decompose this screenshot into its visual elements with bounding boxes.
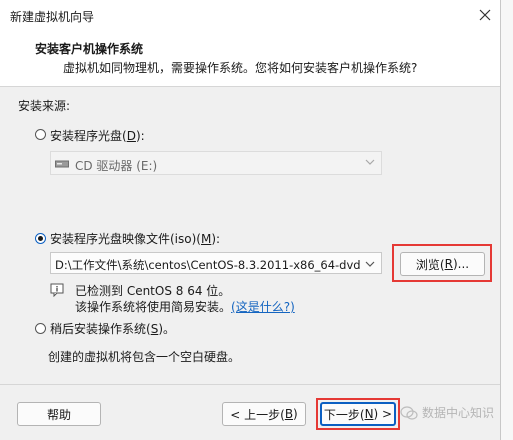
- close-button[interactable]: [470, 0, 500, 30]
- radio-install-later[interactable]: [35, 323, 46, 334]
- watermark-text: 数据中心知识: [422, 406, 495, 420]
- easy-install-text: 该操作系统将使用简易安装。(这是什么?): [75, 300, 295, 314]
- new-vm-wizard-dialog: 新建虚拟机向导 安装客户机操作系统 虚拟机如同物理机，需要操作系统。您将如何安装…: [0, 0, 501, 440]
- info-icon: [50, 283, 64, 297]
- blank-disk-description: 创建的虚拟机将包含一个空白硬盘。: [48, 350, 241, 364]
- radio-iso-image-label[interactable]: 安装程序光盘映像文件(iso)(M):: [50, 230, 220, 247]
- footer-separator: [0, 384, 500, 385]
- radio-install-later-label[interactable]: 稍后安装操作系统(S)。: [50, 320, 175, 337]
- radio-installer-disc[interactable]: [35, 129, 46, 140]
- os-detected-text: 已检测到 CentOS 8 64 位。: [75, 284, 231, 298]
- back-button[interactable]: < 上一步(B): [222, 402, 306, 426]
- next-highlight-box: [316, 398, 400, 430]
- radio-iso-image[interactable]: [35, 233, 46, 244]
- wizard-header: 安装客户机操作系统 虚拟机如同物理机，需要操作系统。您将如何安装客户机操作系统?: [0, 30, 500, 87]
- iso-path-combobox[interactable]: D:\工作文件\系统\centos\CentOS-8.3.2011-x86_64…: [50, 252, 382, 274]
- iso-path-value[interactable]: D:\工作文件\系统\centos\CentOS-8.3.2011-x86_64…: [55, 257, 361, 273]
- wechat-icon: [400, 405, 418, 420]
- install-source-label: 安装来源:: [18, 99, 71, 113]
- help-button[interactable]: 帮助: [17, 402, 101, 426]
- page-subtitle: 虚拟机如同物理机，需要操作系统。您将如何安装客户机操作系统?: [63, 61, 418, 75]
- chevron-down-icon: [365, 159, 375, 165]
- cd-drive-value: CD 驱动器 (E:): [75, 159, 158, 173]
- browse-highlight-box: [392, 244, 492, 282]
- what-is-this-link[interactable]: (这是什么?): [231, 300, 295, 314]
- radio-installer-disc-label[interactable]: 安装程序光盘(D):: [50, 127, 145, 144]
- cd-drive-icon: [55, 160, 69, 168]
- chevron-down-icon: [365, 261, 375, 267]
- watermark: 数据中心知识: [400, 404, 494, 421]
- window-title: 新建虚拟机向导: [10, 10, 95, 24]
- background-window-edge: [501, 0, 513, 440]
- close-icon: [479, 9, 491, 21]
- page-title: 安装客户机操作系统: [35, 42, 144, 56]
- title-bar: 新建虚拟机向导: [0, 0, 500, 30]
- cd-drive-dropdown[interactable]: CD 驱动器 (E:): [50, 151, 382, 175]
